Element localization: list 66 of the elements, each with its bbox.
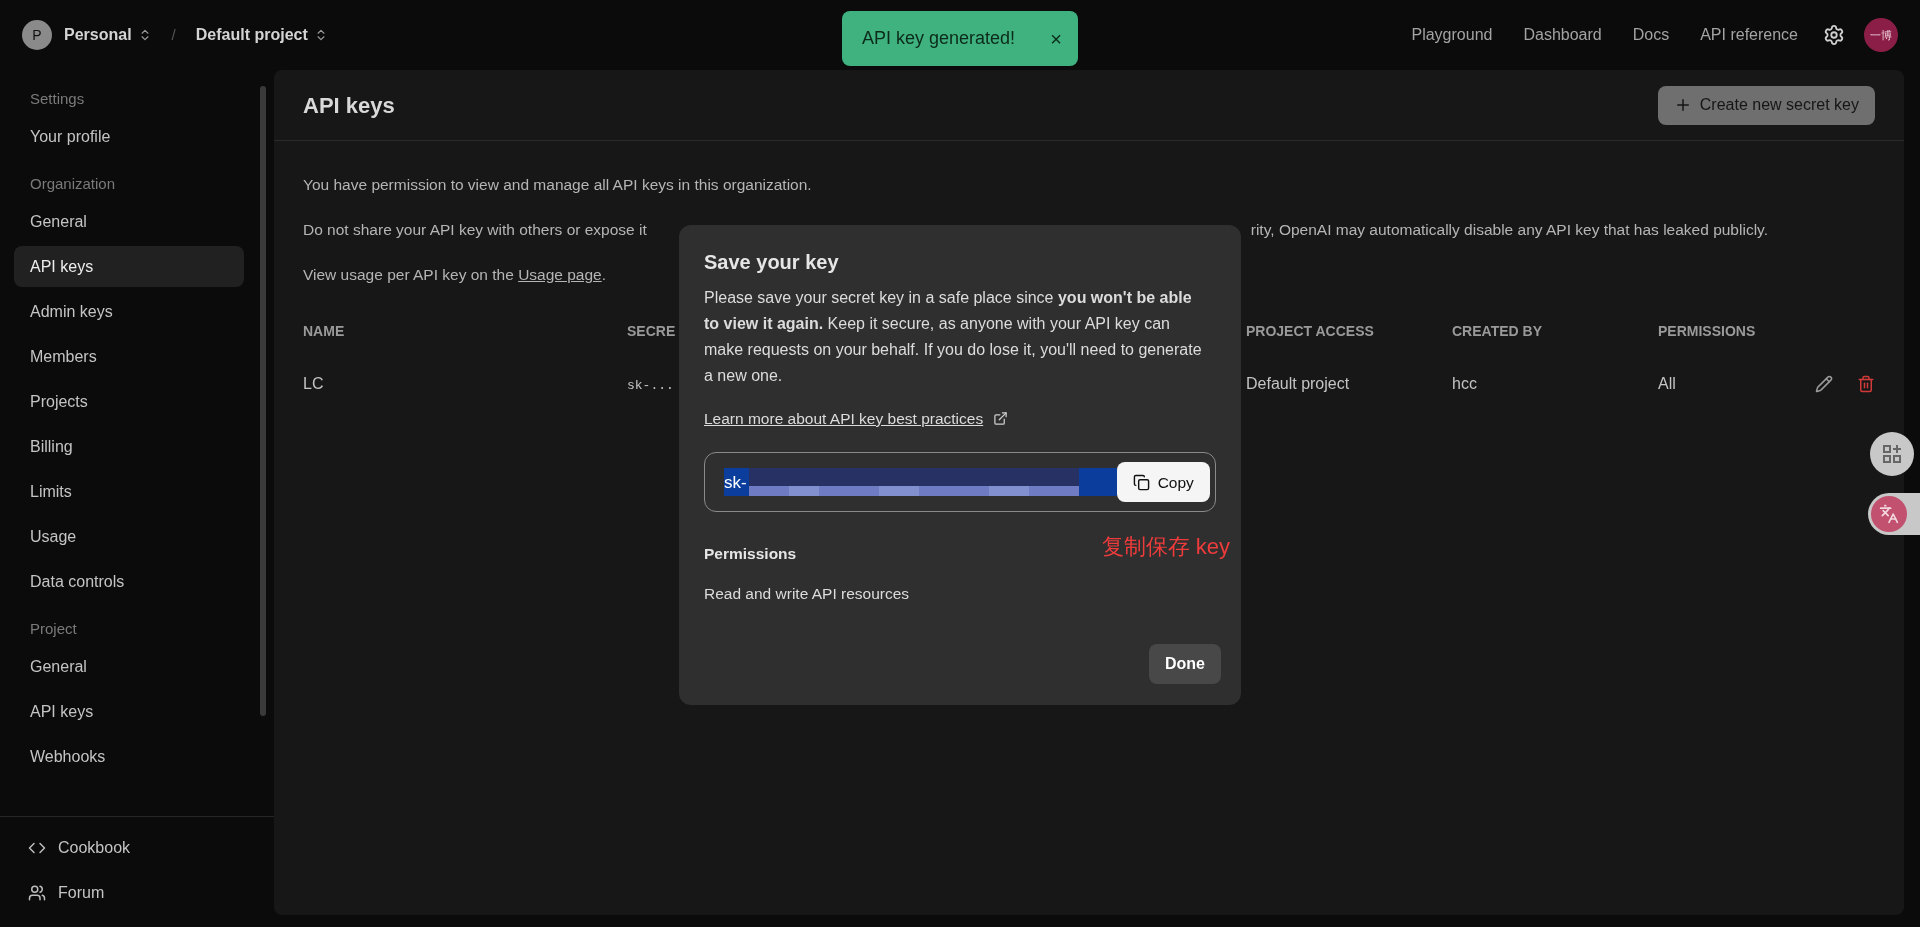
sidebar-item[interactable]: API keys: [14, 246, 244, 287]
nav-link[interactable]: Dashboard: [1523, 23, 1602, 47]
nav-link[interactable]: Docs: [1632, 23, 1670, 47]
sidebar-item[interactable]: General: [14, 201, 244, 242]
sidebar-item[interactable]: API keys: [14, 691, 244, 732]
nav-link[interactable]: API reference: [1700, 23, 1798, 47]
project-switcher[interactable]: Default project: [195, 23, 328, 47]
breadcrumb-separator: /: [171, 24, 176, 45]
permissions-text: Read and write API resources: [704, 583, 910, 604]
users-icon: [28, 883, 46, 902]
sidebar-item[interactable]: Admin keys: [14, 291, 244, 332]
permissions-heading: Permissions: [704, 544, 798, 565]
table-cell: sk-...: [627, 378, 674, 393]
org-avatar: P: [22, 20, 52, 50]
sidebar-item[interactable]: Members: [14, 336, 244, 377]
usage-link[interactable]: Usage page: [518, 266, 602, 283]
close-button[interactable]: ×: [1050, 28, 1062, 49]
key-prefix: sk-: [724, 468, 749, 497]
table-cell: Default project: [1246, 375, 1350, 392]
share-note: Do not share your API key with others or expose it: [303, 220, 647, 240]
table-cell: All: [1658, 375, 1676, 392]
sidebar-item[interactable]: Webhooks: [14, 736, 244, 777]
permission-note: You have permission to view and manage all API keys in this organization.: [303, 175, 813, 195]
floating-translate-tab[interactable]: [1868, 493, 1920, 535]
column-header: PROJECT ACCESS: [1246, 323, 1374, 339]
table-cell: LC: [303, 375, 324, 392]
table-cell: hcc: [1452, 375, 1477, 392]
nav-link[interactable]: Playground: [1411, 23, 1493, 47]
sidebar-item[interactable]: General: [14, 646, 244, 687]
annotation: 复制保存 key: [1101, 533, 1230, 562]
sidebar-item[interactable]: Your profile: [14, 116, 244, 157]
scrollbar-thumb[interactable]: [260, 86, 266, 716]
best-practices-link[interactable]: Learn more about API key best practices: [704, 407, 984, 431]
copy-icon: [1132, 473, 1150, 491]
usage-note: View usage per API key on the Usage page.: [303, 265, 607, 285]
column-header: SECRE: [627, 323, 676, 339]
external-link-icon: [993, 411, 1009, 427]
user-avatar[interactable]: 一博: [1864, 18, 1898, 52]
sidebar-item[interactable]: Billing: [14, 426, 244, 467]
sidebar-item[interactable]: Limits: [14, 471, 244, 512]
settings-icon[interactable]: [1823, 24, 1845, 46]
sidebar-item[interactable]: Data controls: [14, 561, 244, 602]
sidebar-item[interactable]: Projects: [14, 381, 244, 422]
key-field[interactable]: sk- Copy: [704, 452, 1216, 513]
create-key-button[interactable]: Create new secret key: [1657, 85, 1875, 125]
done-button[interactable]: Done: [1149, 644, 1221, 684]
section-heading: Settings: [29, 88, 86, 109]
footer-link[interactable]: Forum: [28, 870, 274, 915]
dialog-message: Please save your secret key in a safe place since you won't be able to view it again. Keep it secure, as anyone with your API key can make requests on your behalf. If you do lose it, you'll need to generate a new one.: [704, 288, 1203, 386]
org-switcher[interactable]: Personal: [64, 23, 152, 47]
column-header: PERMISSIONS: [1658, 323, 1756, 339]
column-header: CREATED BY: [1452, 323, 1542, 339]
sidebar-item[interactable]: Usage: [14, 516, 244, 557]
share-note: rity, OpenAI may automatically disable any API key that has leaked publicly.: [1250, 220, 1768, 240]
toast-message: API key generated!: [862, 27, 1016, 50]
section-heading: Organization: [29, 173, 117, 194]
dialog-title: Save your key: [704, 250, 840, 275]
delete-icon[interactable]: [1857, 375, 1875, 393]
add-widget-icon: [1882, 444, 1902, 464]
edit-icon[interactable]: [1815, 375, 1833, 393]
copy-button[interactable]: Copy: [1116, 462, 1210, 503]
translate-icon: [1879, 504, 1899, 524]
section-heading: Project: [29, 618, 78, 639]
page-title: API keys: [303, 91, 395, 120]
footer-link[interactable]: Cookbook: [28, 825, 274, 870]
column-header: NAME: [303, 323, 345, 339]
